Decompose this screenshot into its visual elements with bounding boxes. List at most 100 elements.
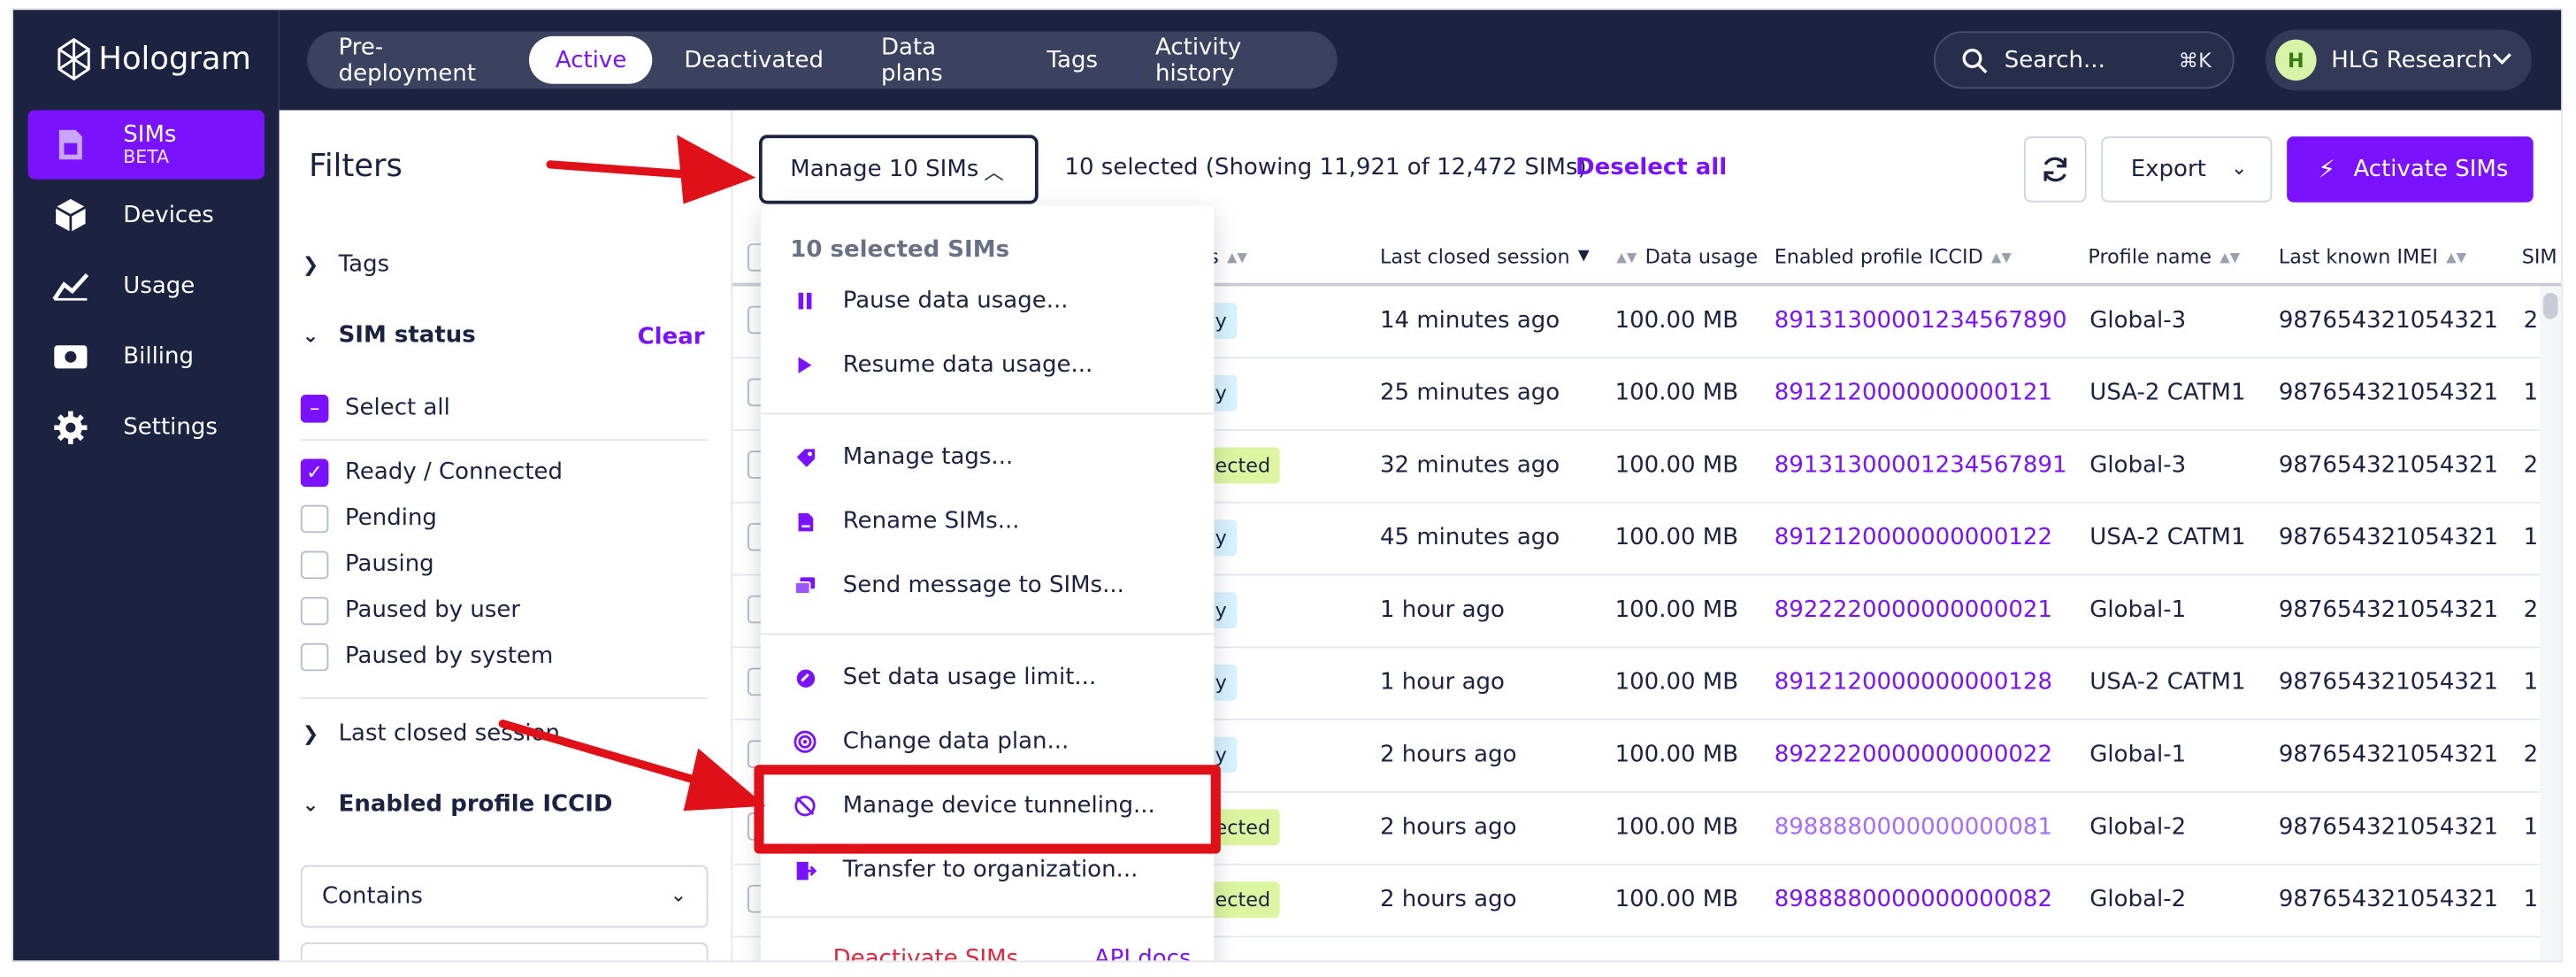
status-checkbox-ready[interactable]: ✓ Ready / Connected xyxy=(300,456,563,488)
org-switcher[interactable]: H HLG Research xyxy=(2266,29,2532,91)
menu-item-resume[interactable]: Resume data usage... xyxy=(761,334,1215,396)
cell-iccid[interactable]: 8922220000000000021 xyxy=(1775,597,2052,624)
gear-icon xyxy=(52,410,88,446)
sidebar-item-label: SIMs xyxy=(123,121,177,149)
column-header-imei[interactable]: Last known IMEI ▲▼ xyxy=(2279,245,2466,268)
menu-header: 10 selected SIMs xyxy=(790,236,1010,264)
status-checkbox-pausing[interactable]: Pausing xyxy=(300,548,434,581)
column-header-sim[interactable]: SIM xyxy=(2522,245,2557,268)
menu-item-rename[interactable]: Rename SIMs... xyxy=(761,490,1215,553)
sort-desc-icon: ▼ xyxy=(1577,248,1590,265)
scrollbar-thumb[interactable] xyxy=(2542,292,2558,319)
filters-title: Filters xyxy=(309,148,402,185)
sidebar-item-devices[interactable]: Devices xyxy=(28,181,264,250)
checkbox-box xyxy=(300,642,329,671)
tab-pre-deployment[interactable]: Pre-deployment xyxy=(312,34,525,86)
status-checkbox-pending[interactable]: Pending xyxy=(300,502,437,535)
cell-iccid[interactable]: 8912120000000000128 xyxy=(1775,669,2052,696)
menu-item-label: Set data usage limit... xyxy=(842,664,1097,691)
search-input[interactable]: Search... ⌘K xyxy=(1933,31,2235,89)
activate-sims-button[interactable]: ⚡ Activate SIMs xyxy=(2287,136,2534,203)
cell-imei: 987654321054321 xyxy=(2278,886,2498,913)
cell-iccid[interactable]: 8988880000000000082 xyxy=(1775,887,2052,913)
indeterminate-icon: – xyxy=(300,394,329,422)
filter-tags[interactable]: ❯ Tags xyxy=(303,251,389,278)
cell-sim-partial: 1 xyxy=(2523,814,2539,841)
cell-iccid[interactable]: 8988880000000000081 xyxy=(1775,814,2052,841)
cell-iccid[interactable]: 8922220000000000022 xyxy=(1775,742,2052,768)
column-header-iccid[interactable]: Enabled profile ICCID ▲▼ xyxy=(1775,245,2012,268)
deactivate-sims-item[interactable]: Deactivate SIMs... xyxy=(833,946,1040,961)
sidebar-item-sims[interactable]: SIMs BETA xyxy=(27,110,264,180)
menu-item-manage-tags[interactable]: Manage tags... xyxy=(761,426,1215,488)
menu-item-label: Manage tags... xyxy=(842,443,1014,471)
sidebar-item-label: Billing xyxy=(123,343,195,371)
menu-item-change-plan[interactable]: Change data plan... xyxy=(761,711,1215,773)
brand-name: Hologram xyxy=(98,41,251,78)
cell-iccid[interactable]: 8912120000000000121 xyxy=(1775,380,2052,406)
iccid-match-select[interactable]: Contains ⌄ xyxy=(300,865,709,928)
sidebar-item-usage[interactable]: Usage xyxy=(28,251,264,320)
menu-item-data-limit[interactable]: Set data usage limit... xyxy=(761,646,1215,709)
tab-tags[interactable]: Tags xyxy=(1021,36,1124,84)
tab-deactivated[interactable]: Deactivated xyxy=(658,36,850,84)
menu-item-pause[interactable]: Pause data usage... xyxy=(761,270,1215,333)
menu-item-label: Send message to SIMs... xyxy=(842,572,1124,599)
beta-badge: BETA xyxy=(123,146,170,168)
cell-profile: USA-2 CATM1 xyxy=(2089,380,2246,407)
select-value: Contains xyxy=(322,883,423,910)
deselect-all-link[interactable]: Deselect all xyxy=(1576,155,1727,181)
tab-bar: Pre-deployment Active Deactivated Data p… xyxy=(307,31,1338,89)
manage-sims-button[interactable]: Manage 10 SIMs ︿ xyxy=(759,135,1039,204)
cell-iccid[interactable]: 8912120000000000122 xyxy=(1775,525,2052,551)
menu-divider xyxy=(760,633,1215,635)
menu-divider xyxy=(760,916,1215,919)
menu-item-label: Pause data usage... xyxy=(842,288,1069,314)
status-checkbox-paused-user[interactable]: Paused by user xyxy=(300,594,520,627)
select-all-checkbox[interactable]: – Select all xyxy=(300,391,450,424)
status-checkbox-paused-system[interactable]: Paused by system xyxy=(300,640,553,673)
sidebar-item-settings[interactable]: Settings xyxy=(28,393,264,462)
filter-sim-status[interactable]: ⌄ SIM status xyxy=(303,322,476,349)
menu-item-label: Transfer to organization... xyxy=(842,857,1138,884)
tab-data-plans[interactable]: Data plans xyxy=(855,34,1016,86)
cell-iccid[interactable]: 89131300001234567890 xyxy=(1775,308,2067,335)
filter-last-closed[interactable]: ❯ Last closed session xyxy=(303,720,560,747)
api-docs-link[interactable]: API docs xyxy=(1094,946,1192,961)
column-header-data-usage[interactable]: ▲▼ Data usage xyxy=(1616,245,1758,268)
cell-imei: 987654321054321 xyxy=(2278,307,2498,335)
cell-last-closed: 2 hours ago xyxy=(1380,886,1517,913)
cell-sim-partial: 1 xyxy=(2523,669,2539,696)
iccid-value-input[interactable] xyxy=(300,942,709,961)
cell-iccid[interactable]: 89131300001234567891 xyxy=(1775,452,2067,479)
cell-data-usage: 100.00 MB xyxy=(1614,307,1739,335)
tab-active[interactable]: Active xyxy=(529,35,654,84)
cell-data-usage: 100.00 MB xyxy=(1614,524,1739,551)
scrollbar[interactable] xyxy=(2540,286,2562,961)
brand[interactable]: Hologram xyxy=(56,37,251,81)
tab-activity-history[interactable]: Activity history xyxy=(1129,34,1332,86)
menu-item-send-message[interactable]: Send message to SIMs... xyxy=(761,554,1215,617)
clear-button[interactable]: Clear xyxy=(638,324,705,350)
export-button[interactable]: Export ⌄ xyxy=(2101,136,2273,203)
sidebar-item-label: Devices xyxy=(123,202,214,229)
cell-last-closed: 32 minutes ago xyxy=(1380,452,1560,479)
sidebar-item-label: Settings xyxy=(123,414,218,442)
cell-last-closed: 45 minutes ago xyxy=(1380,524,1560,551)
cell-imei: 987654321054321 xyxy=(2278,524,2498,551)
header-label: Last closed session xyxy=(1380,244,1570,268)
sidebar-item-billing[interactable]: Billing xyxy=(28,322,264,391)
filter-iccid[interactable]: ⌄ Enabled profile ICCID xyxy=(303,791,613,818)
filter-iccid-label: Enabled profile ICCID xyxy=(338,790,613,818)
chart-line-icon xyxy=(52,268,89,304)
cell-profile: Global-1 xyxy=(2089,742,2187,768)
limit-icon xyxy=(794,666,816,689)
checkbox-box xyxy=(300,596,329,625)
refresh-button[interactable] xyxy=(2024,136,2087,203)
cube-icon xyxy=(52,197,88,234)
column-header-last-closed[interactable]: Last closed session ▼ xyxy=(1380,245,1590,268)
column-header-profile[interactable]: Profile name ▲▼ xyxy=(2088,245,2240,268)
search-placeholder: Search... xyxy=(2004,46,2105,73)
status-label: Pausing xyxy=(345,550,434,578)
chevron-right-icon: ❯ xyxy=(302,253,319,277)
